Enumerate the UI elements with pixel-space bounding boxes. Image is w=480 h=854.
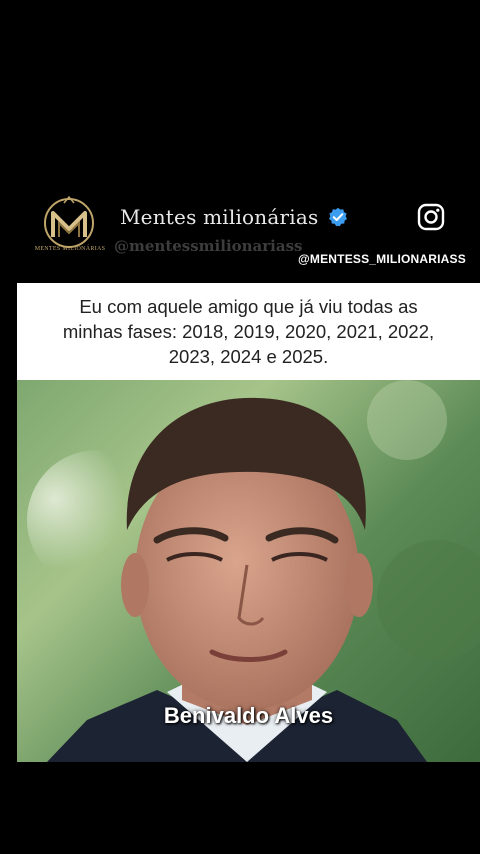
caption-text: Eu com aquele amigo que já viu todas as …: [62, 296, 435, 367]
verified-badge-icon: [329, 207, 347, 227]
post-header: MENTES MILIONÁRIAS Mentes milionárias @m…: [0, 185, 480, 266]
instagram-handle[interactable]: @MENTESS_MILIONARIASS: [298, 252, 466, 266]
overlay-name-text: Benivaldo Alves: [163, 703, 334, 728]
account-handle[interactable]: @mentessmilionariass: [114, 237, 303, 255]
account-name[interactable]: Mentes milionárias: [120, 205, 318, 229]
instagram-icon[interactable]: [417, 203, 445, 231]
logo-text: MENTES MILIONÁRIAS: [34, 246, 106, 252]
post-photo[interactable]: Benivaldo Alves: [17, 380, 480, 762]
caption-box: Eu com aquele amigo que já viu todas as …: [17, 283, 480, 380]
